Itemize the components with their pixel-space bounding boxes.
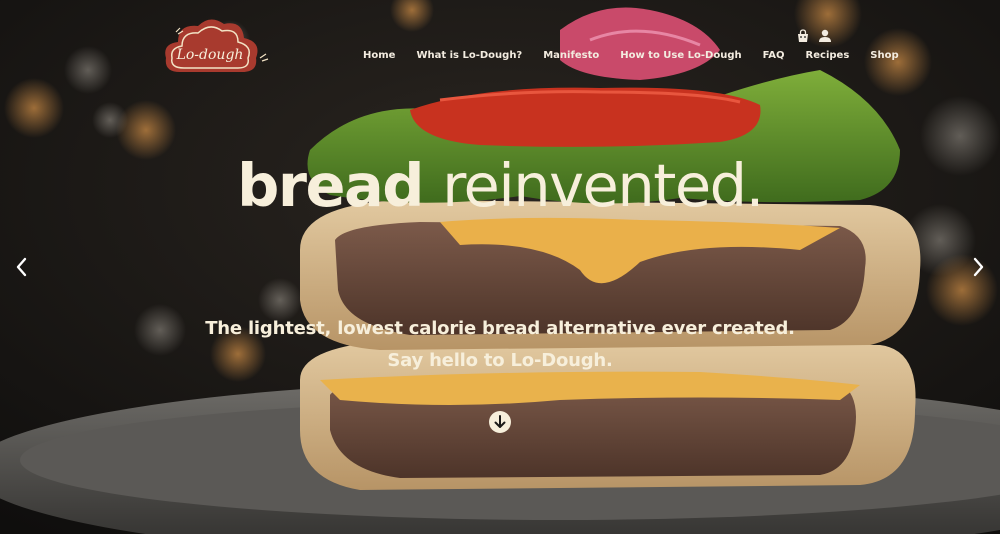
arrow-down-circle-icon[interactable] [488,410,512,434]
hero-section: Lo-dough Home What is Lo-Dough? Manifest… [0,0,1000,534]
nav-shop[interactable]: Shop [870,50,898,61]
headline-light: reinvented. [442,151,764,220]
nav-what-is-lo-dough[interactable]: What is Lo-Dough? [416,50,522,61]
headline-bold: bread [237,151,424,220]
hero-background-image [0,0,1000,534]
logo-sparkle [259,53,269,62]
lo-dough-logo[interactable]: Lo-dough [158,14,270,78]
hero-subline-1: The lightest, lowest calorie bread alter… [205,318,795,339]
nav-recipes[interactable]: Recipes [806,50,850,61]
chevron-right-icon[interactable] [968,256,988,278]
nav-how-to-use[interactable]: How to Use Lo-Dough [620,50,741,61]
hero-headline: bread reinvented. [0,150,1000,222]
nav-faq[interactable]: FAQ [763,50,785,61]
nav-home[interactable]: Home [363,50,395,61]
chevron-left-icon[interactable] [12,256,32,278]
main-navigation: Home What is Lo-Dough? Manifesto How to … [363,50,899,61]
logo-text: Lo-dough [176,47,244,63]
shopping-bag-icon[interactable] [795,28,811,44]
hero-subline-2: Say hello to Lo-Dough. [387,350,613,371]
account-icon[interactable] [817,28,833,44]
nav-manifesto[interactable]: Manifesto [543,50,599,61]
